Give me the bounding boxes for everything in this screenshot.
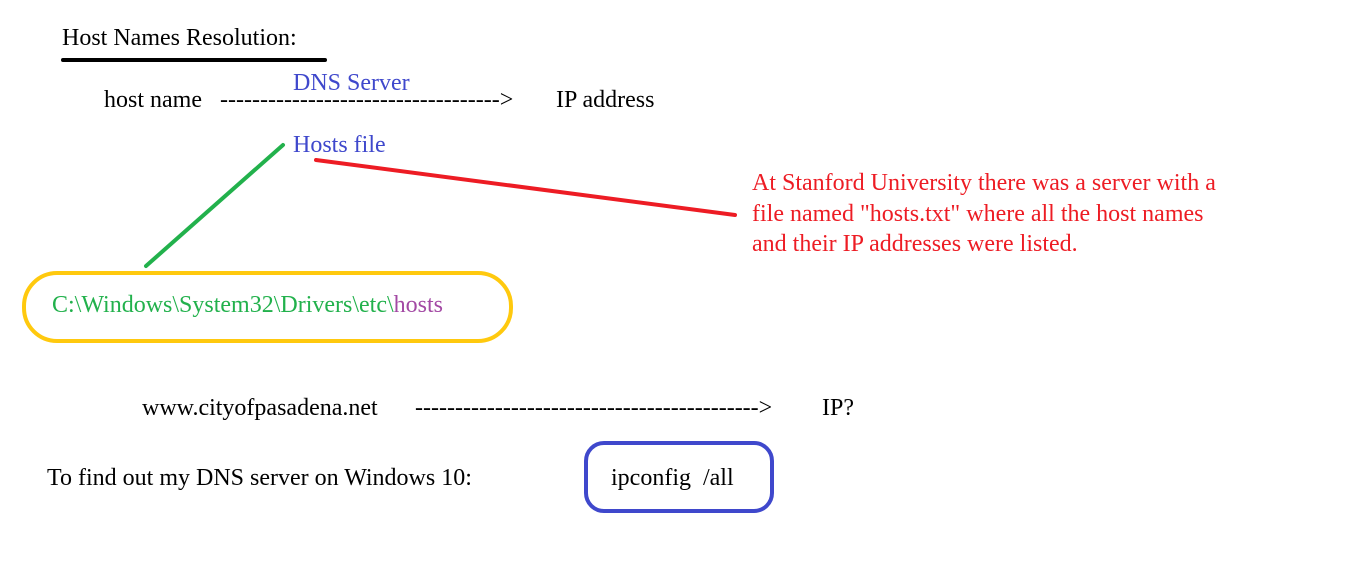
page-title: Host Names Resolution: bbox=[62, 25, 297, 51]
host-name-label: host name bbox=[104, 87, 202, 113]
red-connector-line bbox=[314, 158, 737, 217]
ipconfig-command: ipconfig /all bbox=[611, 465, 734, 491]
dns-server-label: DNS Server bbox=[293, 70, 410, 96]
hosts-file-label: Hosts file bbox=[293, 132, 386, 158]
example-arrow: ----------------------------------------… bbox=[415, 395, 773, 421]
stanford-note: At Stanford University there was a serve… bbox=[752, 170, 1216, 257]
example-ip-question: IP? bbox=[822, 395, 854, 421]
example-host-name: www.cityofpasadena.net bbox=[142, 395, 378, 421]
dns-lookup-question: To find out my DNS server on Windows 10: bbox=[47, 465, 472, 491]
hosts-path-file: hosts bbox=[393, 292, 444, 318]
hosts-path-prefix: C:\Windows\System32\Drivers\etc\ bbox=[52, 292, 394, 318]
ip-address-label: IP address bbox=[556, 87, 655, 113]
hosts-file-path: C:\Windows\System32\Drivers\etc\hosts bbox=[52, 291, 443, 319]
green-connector-line bbox=[144, 143, 285, 268]
